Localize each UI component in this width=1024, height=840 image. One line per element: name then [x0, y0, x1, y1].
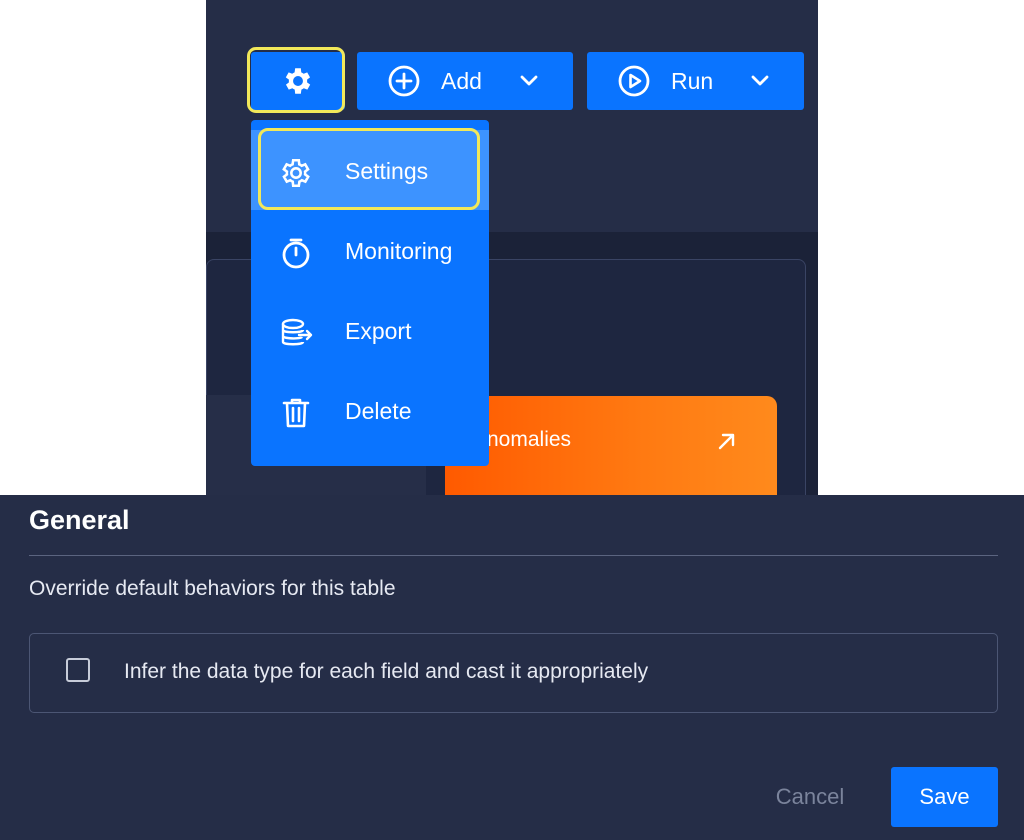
settings-dropdown-menu: Settings Monitoring Export Delete: [251, 120, 489, 466]
menu-item-label: Delete: [345, 398, 412, 424]
infer-types-label[interactable]: Infer the data type for each field and c…: [124, 660, 648, 684]
menu-item-label: Export: [345, 318, 412, 344]
infer-types-checkbox[interactable]: [66, 658, 90, 682]
save-button[interactable]: Save: [891, 767, 998, 827]
arrow-up-right-icon: [718, 433, 735, 450]
infer-types-option: Infer the data type for each field and c…: [29, 633, 998, 713]
gear-icon: [285, 68, 311, 94]
database-export-icon: [281, 318, 313, 346]
chevron-down-icon: [520, 75, 538, 86]
settings-gear-button[interactable]: [251, 52, 345, 110]
menu-item-export[interactable]: Export: [251, 290, 489, 370]
run-button-label: Run: [671, 67, 714, 94]
add-button-label: Add: [441, 67, 482, 94]
app-screenshot-top: nomalies Add Run Settings Monitoring Exp…: [206, 0, 818, 495]
anomalies-card-label: nomalies: [487, 428, 572, 451]
panel-title: General: [29, 505, 130, 535]
add-button[interactable]: Add: [357, 52, 573, 110]
menu-item-delete[interactable]: Delete: [251, 370, 489, 450]
menu-item-label: Monitoring: [345, 238, 453, 264]
play-circle-icon: [618, 65, 650, 97]
general-settings-panel: General Override default behaviors for t…: [0, 495, 1024, 840]
gear-icon: [282, 158, 310, 188]
cancel-button[interactable]: Cancel: [760, 767, 860, 827]
title-divider: [29, 555, 998, 556]
stopwatch-icon: [282, 238, 310, 269]
trash-icon: [282, 398, 310, 428]
menu-item-label: Settings: [345, 158, 429, 184]
run-button[interactable]: Run: [587, 52, 804, 110]
menu-item-monitoring[interactable]: Monitoring: [251, 210, 489, 290]
menu-item-settings[interactable]: Settings: [251, 130, 489, 210]
chevron-down-icon: [751, 75, 769, 86]
plus-circle-icon: [388, 65, 420, 97]
panel-description: Override default behaviors for this tabl…: [29, 577, 396, 600]
